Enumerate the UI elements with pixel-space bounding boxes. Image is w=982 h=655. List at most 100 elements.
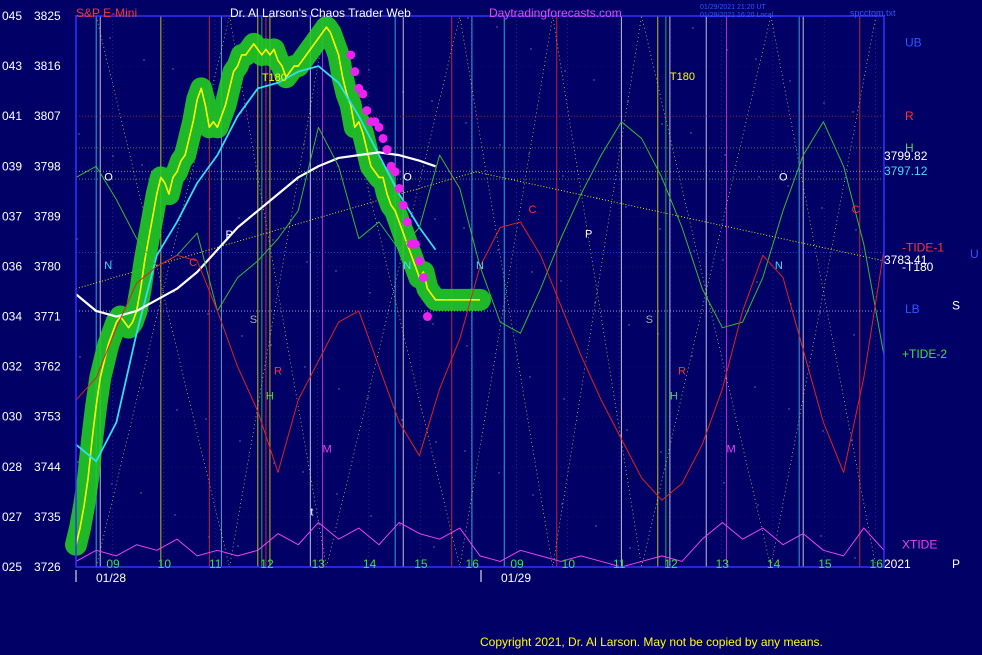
- grid-dot: [561, 503, 563, 505]
- magenta-point: [390, 167, 400, 177]
- grid-dot: [303, 143, 305, 145]
- grid-dot: [659, 228, 661, 230]
- x-hour-label: 13: [312, 557, 326, 571]
- grid-dot: [595, 525, 597, 527]
- grid-dot: [109, 37, 111, 39]
- grid-dot: [239, 440, 241, 442]
- chart-annotation: T180: [670, 71, 695, 83]
- chart-annotation: R: [274, 366, 282, 378]
- grid-dot: [690, 132, 692, 134]
- y-label-right: 3735: [34, 510, 61, 524]
- magenta-point: [346, 50, 356, 60]
- grid-dot: [238, 217, 240, 219]
- chart-annotation: O: [779, 171, 788, 183]
- x-day-label: 01/29: [501, 571, 531, 585]
- grid-dot: [304, 366, 306, 368]
- grid-dot: [625, 206, 627, 208]
- grid-dot: [532, 494, 534, 496]
- grid-dot: [852, 111, 854, 113]
- x-hour-label: 10: [562, 557, 576, 571]
- grid-dot: [335, 270, 337, 272]
- grid-dot: [531, 271, 533, 273]
- grid-dot: [528, 153, 530, 155]
- y-label-right: 3816: [34, 59, 61, 73]
- grid-dot: [628, 324, 630, 326]
- grid-dot: [176, 409, 178, 411]
- chart-annotation: H: [670, 391, 678, 403]
- grid-dot: [302, 471, 304, 473]
- grid-dot: [77, 461, 79, 463]
- chart-annotation: M: [322, 443, 331, 455]
- grid-dot: [560, 280, 562, 282]
- y-label-right: 3726: [34, 560, 61, 574]
- y-label-right: 3762: [34, 360, 61, 374]
- chart-title: Dr. Al Larson's Chaos Trader Web: [230, 6, 411, 20]
- chart-annotation: C: [852, 204, 860, 216]
- grid-dot: [433, 546, 435, 548]
- grid-dot: [368, 69, 370, 71]
- right-axis-label: -T180: [902, 260, 934, 274]
- right-axis-label: UB: [905, 36, 922, 50]
- y-label-left: 025: [2, 560, 22, 574]
- grid-dot: [432, 323, 434, 325]
- chart-annotation: R: [678, 366, 686, 378]
- magenta-point: [382, 145, 392, 155]
- magenta-point: [414, 256, 424, 266]
- y-label-left: 043: [2, 59, 22, 73]
- x-hour-label: 14: [363, 557, 377, 571]
- grid-dot: [855, 229, 857, 231]
- grid-dot: [370, 515, 372, 517]
- copyright: Copyright 2021, Dr. Al Larson. May not b…: [480, 635, 823, 649]
- x-hour-label: 11: [613, 557, 626, 571]
- chart-annotation: P: [585, 229, 592, 241]
- grid-dot: [435, 441, 437, 443]
- y-label-left: 045: [2, 9, 22, 23]
- grid-dot: [756, 281, 758, 283]
- chart-annotation: H: [266, 391, 274, 403]
- x-hour-label: 13: [716, 557, 730, 571]
- y-label-left: 028: [2, 460, 22, 474]
- grid-dot: [819, 312, 821, 314]
- x-hour-label: 15: [818, 557, 832, 571]
- magenta-point: [350, 67, 360, 77]
- chart-annotation: O: [403, 171, 412, 183]
- grid-dot: [237, 545, 239, 547]
- far-right-label: U: [970, 247, 979, 261]
- x-hour-label: 16: [466, 557, 480, 571]
- chart-annotation: N: [403, 260, 411, 272]
- chart-svg: O N P C S R H Mt T180 O N C P S R H M T180 O N C N 045 3825 043…: [0, 0, 982, 650]
- grid-dot: [594, 302, 596, 304]
- chart-annotation: M: [726, 443, 735, 455]
- grid-dot: [367, 397, 369, 399]
- grid-dot: [627, 101, 629, 103]
- grid-dot: [723, 482, 725, 484]
- y-label-right: 3780: [34, 259, 61, 273]
- y-label-left: 041: [2, 109, 22, 123]
- right-axis-label: 2021: [884, 557, 911, 571]
- grid-dot: [241, 335, 243, 337]
- grid-dot: [78, 133, 80, 135]
- grid-dot: [336, 493, 338, 495]
- grid-dot: [822, 430, 824, 432]
- grid-dot: [529, 376, 531, 378]
- grid-dot: [172, 68, 174, 70]
- grid-dot: [79, 356, 81, 358]
- symbol-label: S&P E-Mini: [76, 6, 137, 20]
- magenta-point: [362, 106, 372, 116]
- grid-dot: [564, 70, 566, 72]
- grid-dot: [142, 387, 144, 389]
- y-label-left: 027: [2, 510, 22, 524]
- site-link[interactable]: Daytradingforecasts.com: [489, 6, 622, 20]
- magenta-point: [378, 133, 388, 143]
- right-axis-label: +TIDE-2: [902, 347, 947, 361]
- right-axis-label: 3799.82: [884, 149, 928, 163]
- grid-dot: [499, 144, 501, 146]
- grid-dot: [854, 557, 856, 559]
- x-hour-label: 16: [870, 557, 884, 571]
- grid-dot: [207, 313, 209, 315]
- grid-dot: [820, 535, 822, 537]
- chart-annotation: N: [775, 260, 783, 272]
- x-hour-label: 09: [106, 557, 120, 571]
- grid-dot: [464, 450, 466, 452]
- grid-dot: [755, 58, 757, 60]
